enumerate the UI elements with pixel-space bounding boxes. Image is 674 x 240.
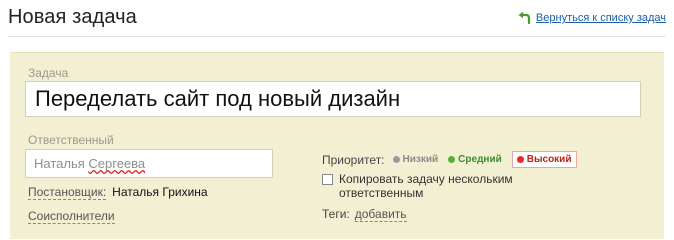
- responsible-label: Ответственный: [28, 133, 114, 147]
- return-arrow-icon: [518, 11, 531, 25]
- priority-label: Приоритет:: [322, 152, 385, 167]
- multi-responsible-row: Копировать задачу нескольким ответственн…: [322, 172, 579, 200]
- page-title: Новая задача: [8, 6, 137, 28]
- priority-medium-label: Средний: [458, 154, 502, 165]
- coexecutors-link[interactable]: Соисполнители: [28, 209, 115, 224]
- back-to-list[interactable]: Вернуться к списку задач: [517, 11, 666, 25]
- green-dot-icon: [448, 156, 456, 163]
- tags-label: Теги:: [322, 207, 350, 221]
- priority-high-option[interactable]: Высокий: [511, 151, 578, 168]
- priority-low-option[interactable]: Низкий: [392, 154, 439, 165]
- red-dot-icon: [516, 156, 524, 163]
- multi-responsible-label[interactable]: Копировать задачу нескольким ответственн…: [339, 172, 579, 200]
- priority-selector: Приоритет: Низкий Средний Высокий: [322, 151, 578, 168]
- task-title-input[interactable]: Переделать сайт под новый дизайн: [25, 81, 641, 117]
- add-tag-link[interactable]: добавить: [354, 207, 407, 222]
- priority-high-label: Высокий: [526, 154, 572, 165]
- grey-dot-icon: [392, 156, 400, 163]
- coexecutors-row: Соисполнители: [28, 209, 115, 224]
- setter-name: Наталья Грихина: [112, 185, 208, 199]
- responsible-input[interactable]: Наталья Сергеева: [25, 149, 273, 178]
- task-form-panel: Задача Переделать сайт под новый дизайн …: [10, 52, 664, 239]
- priority-medium-option[interactable]: Средний: [448, 154, 502, 165]
- task-label: Задача: [28, 66, 69, 80]
- tags-row: Теги: добавить: [322, 207, 407, 222]
- setter-link[interactable]: Постановщик:: [28, 185, 107, 200]
- multi-responsible-checkbox[interactable]: [322, 174, 333, 185]
- responsible-first-name: Наталья: [34, 156, 89, 171]
- header-divider: [8, 36, 666, 37]
- responsible-last-name: Сергеева: [88, 156, 146, 171]
- back-to-list-link[interactable]: Вернуться к списку задач: [536, 12, 666, 24]
- setter-row: Постановщик: Наталья Грихина: [28, 185, 208, 200]
- priority-low-label: Низкий: [402, 154, 439, 165]
